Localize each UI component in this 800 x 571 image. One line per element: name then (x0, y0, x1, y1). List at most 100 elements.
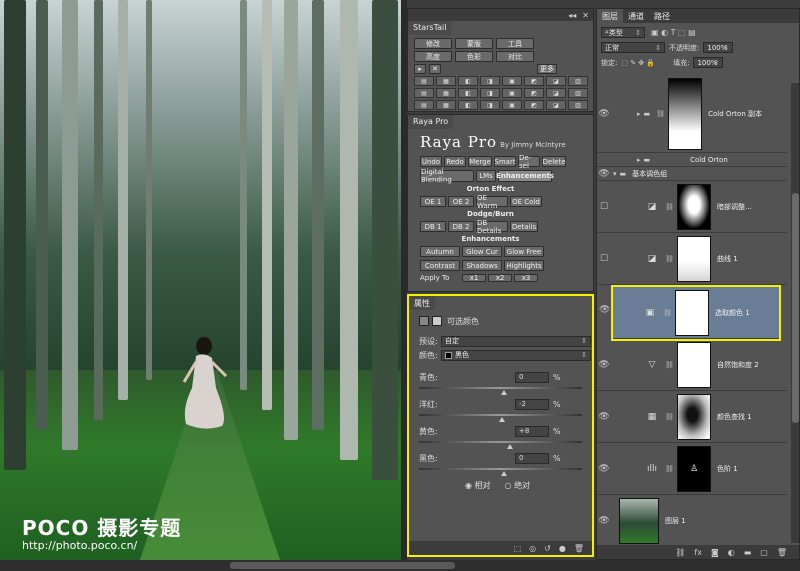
vibrance-icon[interactable]: ▽ (645, 359, 659, 371)
eye-icon[interactable]: 👁 (597, 360, 611, 370)
tab-layers[interactable]: 图层 (597, 9, 623, 23)
layer-row-selected[interactable]: ▣ ⛓ 选取颜色 1 (611, 285, 781, 341)
eye-icon[interactable]: ☐ (597, 202, 611, 212)
layer-row[interactable]: 👁 ıllı ⛓ ♙ 色阶 1 (597, 443, 787, 495)
tab-properties[interactable]: 属性 (409, 296, 435, 310)
oe-cold-button[interactable]: OE Cold (510, 196, 542, 207)
oe-warm-button[interactable]: OE Warm (476, 194, 508, 210)
slider-value-input[interactable]: 0 (515, 452, 549, 464)
slider-knob[interactable] (500, 471, 507, 476)
starstail-btn[interactable]: 工具 (496, 38, 534, 49)
layer-mask-thumbnail[interactable] (677, 235, 711, 282)
layer-name[interactable]: 颜色查找 1 (717, 412, 752, 422)
curves-icon[interactable]: ◪ (645, 201, 659, 213)
new-layer-icon[interactable]: ▢ (760, 548, 768, 557)
curves-icon[interactable]: ◪ (645, 253, 659, 265)
arrow-right-icon[interactable]: ▸ (414, 64, 426, 74)
more-button[interactable]: 更多 (537, 64, 557, 74)
layer-mask-thumbnail[interactable] (668, 77, 703, 150)
glow-cur-button[interactable]: Glow Cur (462, 246, 502, 257)
oe1-button[interactable]: OE 1 (420, 196, 446, 207)
tool-icon[interactable]: ▥ (568, 100, 588, 110)
slider-track[interactable] (419, 414, 582, 422)
eye-icon[interactable]: 👁 (597, 464, 611, 474)
tool-icon[interactable]: ▤ (414, 100, 434, 110)
levels-icon[interactable]: ıllı (645, 463, 659, 475)
tool-icon[interactable]: ▦ (436, 76, 456, 86)
selective-color-icon[interactable]: ▣ (643, 307, 657, 319)
tool-icon[interactable]: ◩ (524, 88, 544, 98)
slider-knob[interactable] (507, 444, 514, 449)
highlights-button[interactable]: Highlights (504, 260, 544, 271)
layer-row[interactable]: ☐ ◪ ⛓ 曲线 1 (597, 233, 787, 285)
undo-button[interactable]: Undo (420, 156, 442, 167)
filter-kind-dropdown[interactable]: ⌕ 类型 (601, 27, 645, 38)
layer-name[interactable]: 基本调色组 (632, 169, 667, 179)
glow-free-button[interactable]: Glow Free (504, 246, 544, 257)
tool-icon[interactable]: ▦ (436, 100, 456, 110)
eye-icon[interactable]: 👁 (597, 516, 611, 526)
color-lookup-icon[interactable]: ▦ (645, 411, 659, 423)
starstail-btn[interactable]: 修改 (414, 38, 452, 49)
slider-track[interactable] (419, 441, 582, 449)
db-details-button[interactable]: DB Details (476, 219, 508, 235)
scrollbar-thumb[interactable] (230, 562, 455, 569)
slider-value-input[interactable]: 0 (515, 371, 549, 383)
tool-icon[interactable]: ▣ (502, 76, 522, 86)
tool-icon[interactable]: ◪ (546, 100, 566, 110)
layer-mask-thumbnail[interactable] (677, 341, 711, 388)
redo-button[interactable]: Redo (444, 156, 466, 167)
mask-icon[interactable]: ◙ (711, 548, 719, 557)
tool-icon[interactable]: ◧ (458, 76, 478, 86)
slider-track[interactable] (419, 468, 582, 476)
eye-icon[interactable]: 👁 (597, 109, 611, 119)
layer-name[interactable]: Cold Orton (690, 156, 728, 164)
blend-mode-dropdown[interactable]: 正常 (601, 42, 665, 53)
fill-input[interactable]: 100% (693, 57, 724, 68)
layer-mask-thumbnail[interactable]: ♙ (677, 445, 711, 492)
layer-name[interactable]: 选取颜色 1 (715, 308, 750, 318)
folder-icon[interactable]: ▬ (744, 548, 752, 557)
tool-icon[interactable]: ▤ (414, 76, 434, 86)
scrollbar-thumb[interactable] (792, 193, 799, 423)
tool-icon[interactable]: ▥ (568, 88, 588, 98)
tab-starstail[interactable]: StarsTail (408, 21, 452, 35)
delete-button[interactable]: Delete (542, 156, 566, 167)
slider-track[interactable] (419, 387, 582, 395)
tool-icon[interactable]: ◪ (546, 88, 566, 98)
absolute-radio[interactable]: ○ 绝对 (505, 480, 531, 491)
details-button[interactable]: Details (510, 221, 538, 232)
tool-icon[interactable]: ◪ (546, 76, 566, 86)
starstail-btn[interactable]: 蒙版 (455, 38, 493, 49)
layer-mask-thumbnail[interactable] (677, 393, 711, 440)
smart-button[interactable]: Smart (494, 156, 516, 167)
filter-icons[interactable]: ▣ ◐ T ⬚ ▤ (651, 28, 696, 37)
tool-icon[interactable]: ◩ (524, 100, 544, 110)
layer-name[interactable]: 自然饱和度 2 (717, 360, 759, 370)
slider-knob[interactable] (498, 417, 505, 422)
tab-channels[interactable]: 通道 (623, 9, 649, 23)
slider-knob[interactable] (500, 390, 507, 395)
apply-x1-button[interactable]: x1 (462, 274, 486, 282)
relative-radio[interactable]: ◉ 相对 (465, 480, 491, 491)
layer-name[interactable]: 暗部调整... (717, 202, 752, 212)
preset-dropdown[interactable]: 自定 (441, 335, 591, 347)
link-icon[interactable]: ⛓ (675, 548, 685, 557)
clip-icon[interactable]: ⬚ (514, 544, 522, 553)
opacity-input[interactable]: 100% (703, 42, 734, 53)
layer-mask-thumbnail[interactable] (675, 289, 709, 336)
layer-row[interactable]: 👁 ▾ ▬ 基本调色组 (597, 167, 787, 181)
layer-thumbnail[interactable] (619, 497, 659, 544)
starstail-btn[interactable]: 色彩 (455, 51, 493, 62)
tool-icon[interactable]: ◧ (458, 100, 478, 110)
apply-x3-button[interactable]: x3 (514, 274, 538, 282)
oe2-button[interactable]: OE 2 (448, 196, 474, 207)
layer-name[interactable]: Cold Orton 副本 (708, 109, 762, 119)
starstail-btn[interactable]: 高度 (414, 51, 452, 62)
expand-arrow-icon[interactable]: ▸ (637, 156, 641, 164)
tool-icon[interactable]: ▥ (568, 76, 588, 86)
expand-arrow-icon[interactable]: ▸ (637, 110, 641, 118)
eye-icon[interactable]: 👁 (597, 412, 611, 422)
photo-canvas[interactable]: POCO 摄影专题 http://photo.poco.cn/ (0, 0, 406, 560)
tab-digital-blending[interactable]: Digital Blending (420, 168, 474, 184)
